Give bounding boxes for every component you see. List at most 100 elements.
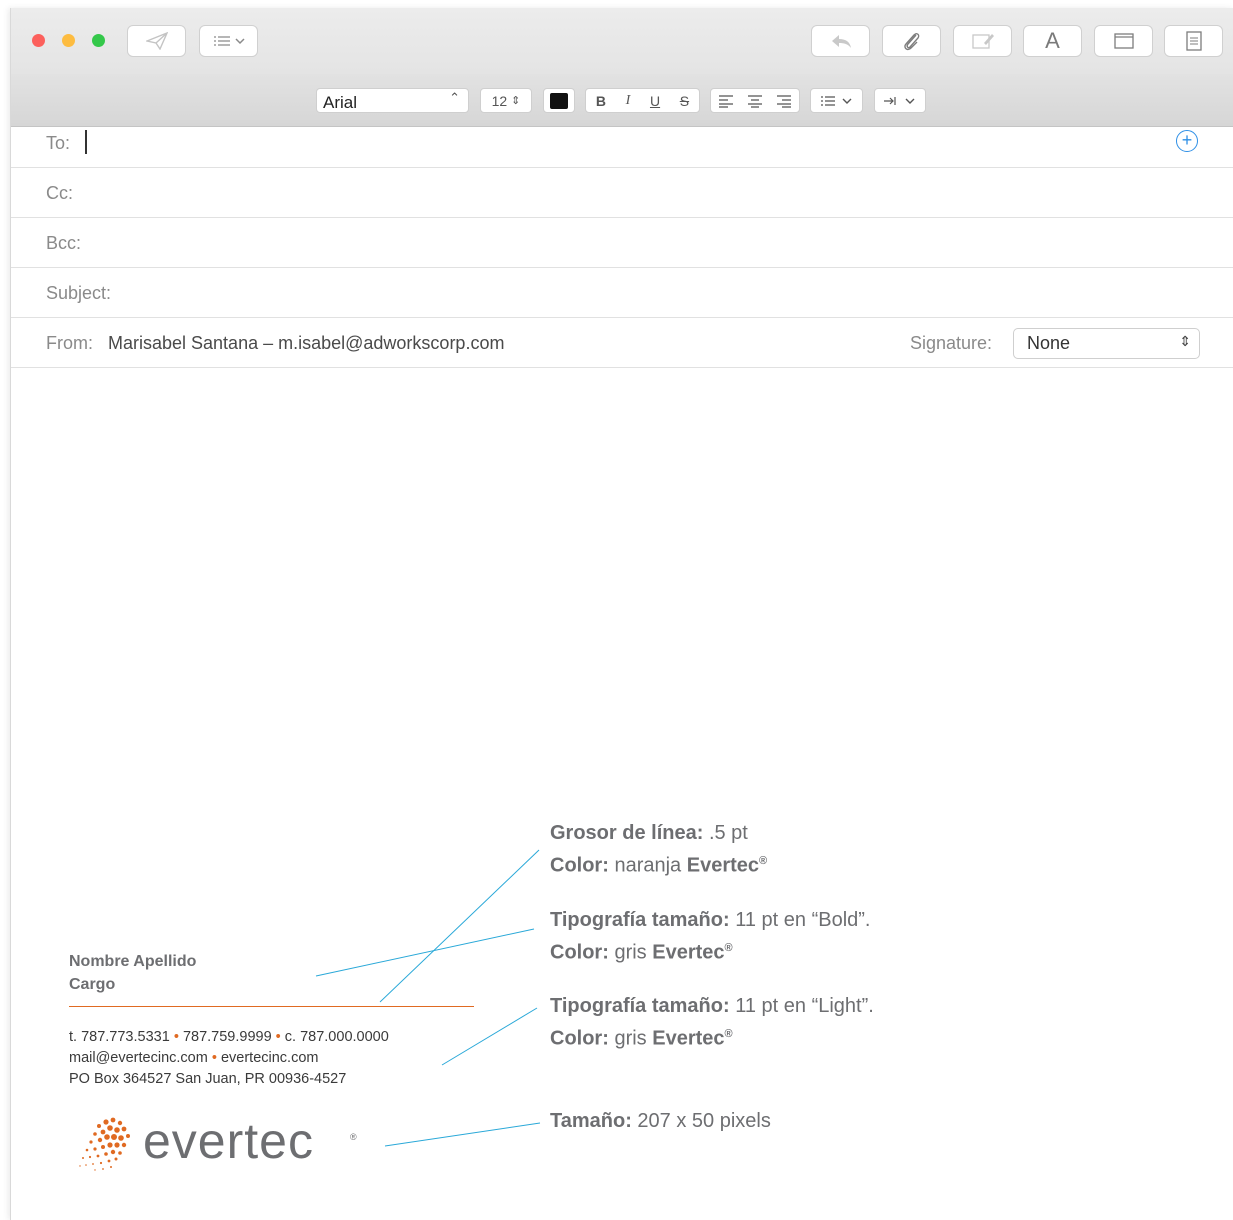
font-size-value: 12: [491, 92, 508, 109]
signature-divider: [69, 1006, 474, 1007]
reply-button[interactable]: [811, 25, 870, 57]
annotation-key: Color:: [550, 854, 609, 877]
annotation-key: Tamaño:: [550, 1110, 632, 1132]
chevron-updown-icon: ⇕: [1179, 333, 1191, 349]
from-label: From:: [46, 333, 93, 353]
signature-phones: t. 787.773.5331 • 787.759.9999 • c. 787.…: [69, 1027, 389, 1048]
signature-website: evertecinc.com: [220, 1050, 319, 1066]
cc-label: Cc:: [46, 183, 73, 203]
text-cursor: [85, 130, 87, 154]
annotation-line-spec: Grosor de línea: .5 pt Color: naranja Ev…: [550, 819, 767, 880]
signature-label: Signature:: [910, 333, 993, 353]
phone-2: 787.759.9999: [182, 1029, 272, 1045]
annotation-bold-spec: Tipografía tamaño: 11 pt en “Bold”. Colo…: [550, 906, 870, 967]
evertec-dots-icon: [79, 1117, 130, 1171]
align-left-icon[interactable]: [718, 94, 734, 108]
annotation-key: Tipografía tamaño:: [550, 995, 730, 1017]
annotation-value: gris: [614, 941, 647, 964]
registered-mark: ®: [350, 1132, 357, 1142]
markup-button[interactable]: [953, 25, 1012, 57]
signature-select[interactable]: None ⇕: [1013, 328, 1200, 359]
annotation-value: 11 pt en “Bold”.: [735, 909, 871, 931]
registered-mark: ®: [724, 1028, 733, 1040]
send-icon: [145, 32, 168, 50]
signature-contact-block: t. 787.773.5331 • 787.759.9999 • c. 787.…: [69, 1027, 389, 1090]
annotation-key: Tipografía tamaño:: [550, 909, 730, 931]
paperclip-icon: [903, 33, 919, 51]
format-text-button[interactable]: A: [1023, 25, 1082, 57]
annotation-value: gris: [614, 1027, 647, 1050]
minimize-window-button[interactable]: [62, 34, 75, 47]
signature-address: PO Box 364527 San Juan, PR 00936-4527: [69, 1071, 347, 1087]
from-field-row: From: Marisabel Santana – m.isabel@adwor…: [11, 318, 1233, 368]
send-button[interactable]: [127, 25, 186, 57]
bcc-field-row[interactable]: Bcc:: [11, 218, 1233, 268]
reply-icon: [831, 35, 851, 48]
photo-browser-button[interactable]: [1094, 25, 1153, 57]
bullet-sep: •: [275, 1029, 281, 1045]
callout-line-logo: [384, 1122, 541, 1147]
message-body[interactable]: [11, 368, 1233, 818]
phone-t: t. 787.773.5331: [69, 1029, 170, 1045]
indent-menu-button[interactable]: [874, 88, 926, 113]
strikethrough-button[interactable]: S: [680, 93, 689, 109]
registered-mark: ®: [759, 855, 768, 867]
close-window-button[interactable]: [32, 34, 45, 47]
markup-icon: [971, 34, 994, 49]
evertec-logo: evertec ®: [66, 1108, 366, 1178]
callout-line-light: [441, 1007, 538, 1066]
signature-name: Nombre Apellido: [69, 953, 197, 970]
annotation-key: Color:: [550, 941, 609, 964]
cc-field-row[interactable]: Cc:: [11, 168, 1233, 218]
list-bullets-icon: [820, 95, 851, 106]
brand-name: Evertec: [652, 1027, 725, 1050]
alignment-group: [710, 88, 800, 113]
signature-name-block: Nombre Apellido Cargo: [69, 950, 196, 996]
signature-email: mail@evertecinc.com: [69, 1050, 208, 1066]
annotation-value: 11 pt en “Light”.: [735, 995, 874, 1017]
indent-icon: [884, 96, 915, 105]
list-chevron-icon: [213, 36, 245, 46]
from-account-select[interactable]: Marisabel Santana – m.isabel@adworkscorp…: [108, 333, 504, 354]
evertec-wordmark: evertec: [143, 1113, 314, 1169]
italic-button[interactable]: I: [626, 93, 631, 109]
align-right-icon[interactable]: [776, 94, 792, 108]
color-swatch-icon: [550, 92, 568, 109]
attach-button[interactable]: [882, 25, 941, 57]
font-size-select[interactable]: 12 ⇕: [480, 88, 532, 113]
align-center-icon[interactable]: [747, 94, 763, 108]
stationery-button[interactable]: [1164, 25, 1223, 57]
add-contact-icon[interactable]: +: [1176, 130, 1198, 152]
bcc-label: Bcc:: [46, 233, 82, 253]
photo-browser-icon: [1113, 33, 1134, 49]
underline-button[interactable]: U: [650, 93, 660, 109]
to-field-row[interactable]: To: +: [11, 118, 1233, 168]
bullet-sep: •: [173, 1029, 179, 1045]
brand-name: Evertec: [686, 854, 760, 877]
annotation-key: Color:: [550, 1027, 609, 1050]
subject-field-row[interactable]: Subject:: [11, 268, 1233, 318]
subject-label: Subject:: [46, 283, 112, 303]
callout-line-divider: [379, 849, 540, 1003]
phone-c: c. 787.000.0000: [284, 1029, 389, 1045]
annotation-logo-spec: Tamaño: 207 x 50 pixels: [550, 1107, 771, 1135]
signature-web: mail@evertecinc.com • evertecinc.com: [69, 1048, 389, 1069]
bold-button[interactable]: B: [596, 93, 606, 109]
title-toolbar: A: [11, 8, 1233, 74]
annotation-value: 207 x 50 pixels: [637, 1110, 771, 1132]
font-family-select[interactable]: Arial ⌃: [316, 88, 469, 113]
registered-mark: ®: [724, 942, 733, 954]
text-style-group: B I U S: [585, 88, 700, 113]
annotation-light-spec: Tipografía tamaño: 11 pt en “Light”. Col…: [550, 992, 874, 1053]
header-fields-menu-button[interactable]: [199, 25, 258, 57]
text-color-button[interactable]: [543, 88, 575, 113]
annotation-key: Grosor de línea:: [550, 822, 704, 844]
list-menu-button[interactable]: [810, 88, 863, 113]
signature-value: None: [1027, 333, 1071, 353]
annotation-value: naranja: [614, 854, 682, 877]
chevron-updown-icon: ⇕: [511, 95, 521, 107]
to-label: To:: [46, 133, 71, 153]
zoom-window-button[interactable]: [92, 34, 105, 47]
brand-name: Evertec: [652, 941, 725, 964]
chevron-updown-icon: ⌃: [449, 90, 460, 105]
